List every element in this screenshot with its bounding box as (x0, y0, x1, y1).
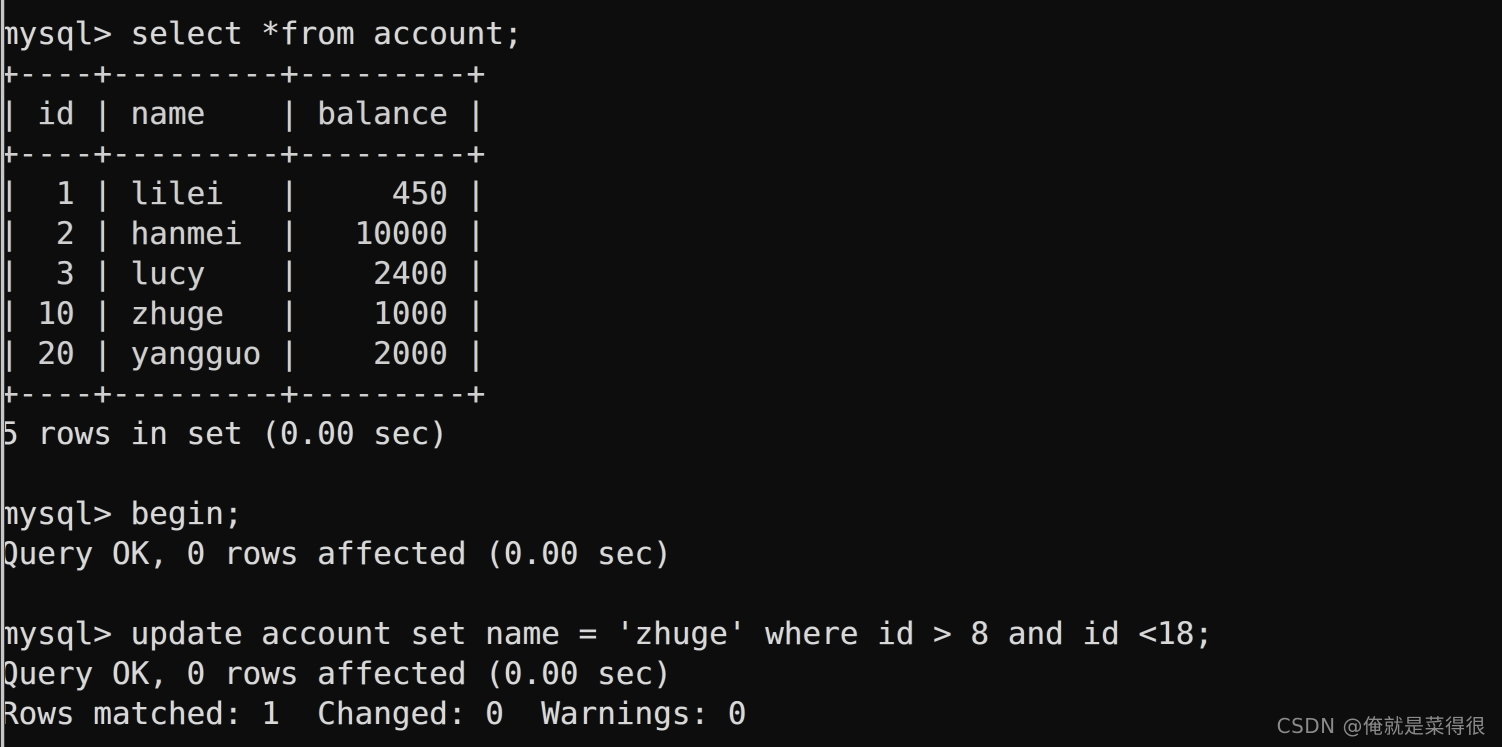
result-row-count: 5 rows in set (0.00 sec) (0, 416, 448, 452)
table-separator-bottom: +----+---------+---------+ (0, 376, 486, 412)
command-line-update: mysql> update account set name = 'zhuge'… (0, 616, 1214, 652)
table-separator-header: +----+---------+---------+ (0, 136, 486, 172)
window-left-edge-scrollbar[interactable] (0, 0, 5, 747)
table-row: | 10 | zhuge | 1000 | (0, 296, 486, 332)
result-query-ok-begin: Query OK, 0 rows affected (0.00 sec) (0, 536, 672, 572)
command-line-select: mysql> select *from account; (0, 16, 523, 52)
terminal-screen[interactable]: mysql> select *from account; +----+-----… (0, 0, 1502, 747)
result-rows-matched: Rows matched: 1 Changed: 0 Warnings: 0 (0, 696, 747, 732)
table-row: | 1 | lilei | 450 | (0, 176, 486, 212)
terminal-window: mysql> select *from account; +----+-----… (0, 0, 1502, 747)
result-query-ok-update: Query OK, 0 rows affected (0.00 sec) (0, 656, 672, 692)
table-row: | 2 | hanmei | 10000 | (0, 216, 486, 252)
table-header-row: | id | name | balance | (0, 96, 486, 132)
table-row: | 20 | yangguo | 2000 | (0, 336, 486, 372)
command-line-begin: mysql> begin; (0, 496, 243, 532)
table-row: | 3 | lucy | 2400 | (0, 256, 486, 292)
csdn-watermark: CSDN @俺就是菜得很 (1276, 714, 1486, 738)
table-separator-top: +----+---------+---------+ (0, 56, 486, 92)
